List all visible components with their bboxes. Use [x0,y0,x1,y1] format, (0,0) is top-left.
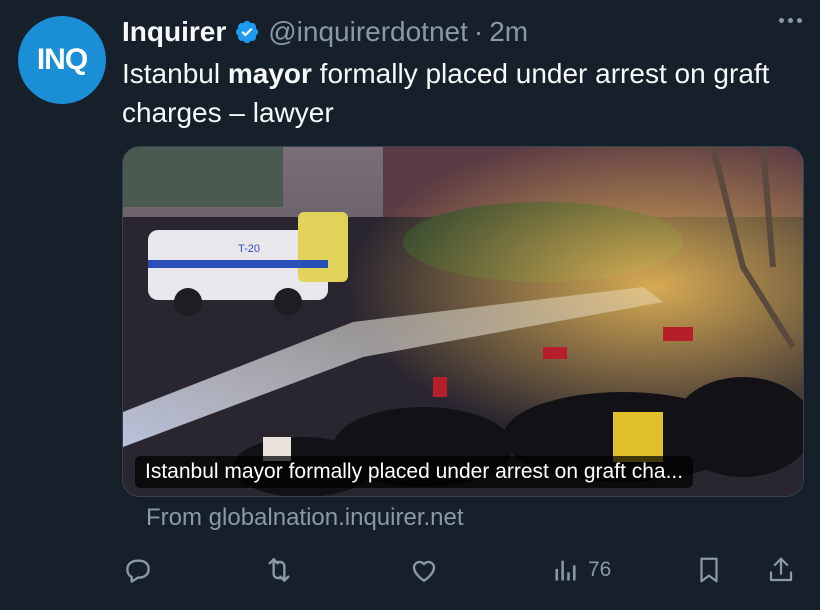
analytics-icon [552,554,580,586]
share-icon [766,554,796,586]
tweet-text-bold: mayor [227,58,312,89]
link-source[interactable]: From globalnation.inquirer.net [146,504,464,532]
tweet-header: Inquirer @inquirerdotnet · 2m [122,12,800,52]
avatar[interactable]: INQ [18,16,106,104]
views-button[interactable]: 76 [552,550,611,590]
tweet-actions: 76 [122,550,802,590]
repost-button[interactable] [262,550,296,590]
user-handle[interactable]: @inquirerdotnet [268,16,468,48]
link-card[interactable]: T-20 Istanbul mayor formally placed unde… [122,146,804,497]
views-count: 76 [588,558,612,581]
card-caption: Istanbul mayor formally placed under arr… [135,456,694,488]
news-photo: T-20 [123,147,803,496]
tweet-text-before: Istanbul [122,58,228,89]
share-button[interactable] [766,550,796,590]
repost-icon [262,554,296,586]
heart-icon [408,554,440,586]
separator-dot: · [473,16,484,47]
bookmark-icon [694,554,724,586]
more-options-icon[interactable] [779,18,802,23]
like-button[interactable] [408,550,440,590]
bookmark-button[interactable] [694,550,724,590]
tweet-text: Istanbul mayor formally placed under arr… [122,54,802,132]
timestamp[interactable]: 2m [489,16,528,48]
display-name[interactable]: Inquirer [122,16,226,48]
reply-button[interactable] [122,550,154,590]
truck-label: T-20 [238,243,260,255]
reply-icon [122,554,154,586]
verified-badge-icon [234,19,260,45]
